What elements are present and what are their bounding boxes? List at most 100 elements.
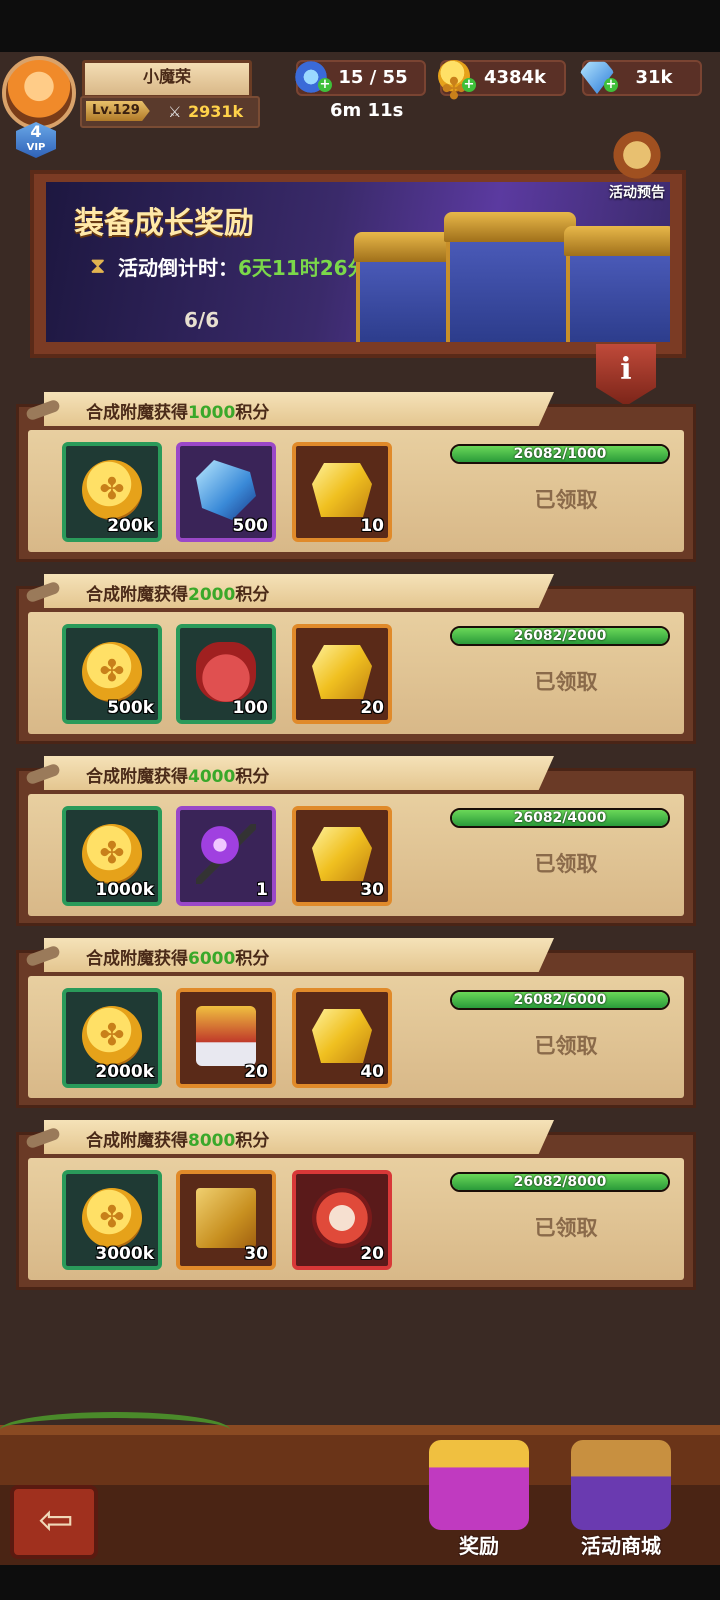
gold-ore-icon [312,463,372,517]
reward-item[interactable]: 1000k [62,806,162,906]
event-preview-icon [609,128,665,182]
reward-points: 1000 [188,403,236,423]
event-progress: 6/6 [184,308,220,332]
reward-row: 合成附魔获得8000积分 3000k 30 20 26082/8000 已领取 [16,1120,696,1290]
vip-label: VIP [26,142,46,153]
gold-coin-icon [82,824,142,884]
player-profile[interactable]: 4 VIP 小魔荣 Lv.129 ⚔ 2931k [0,52,270,158]
event-preview-button[interactable]: 活动预告 [592,128,682,208]
rose-scroll-icon [196,1006,256,1066]
event-shop-tab[interactable]: 活动商城 [556,1440,686,1570]
reward-progress-bar: 26082/4000 [450,808,670,828]
progress-text: 26082/1000 [513,446,607,462]
reward-item[interactable]: 500 [176,442,276,542]
item-quantity: 10 [360,516,384,536]
reward-item[interactable]: 200k [62,442,162,542]
reward-points: 2000 [188,585,236,605]
reward-item[interactable]: 30 [176,1170,276,1270]
item-quantity: 100 [232,698,269,718]
stamina-timer: 6m 11s [330,100,404,121]
reward-title-tab: 合成附魔获得2000积分 [44,574,554,608]
reward-item[interactable]: 40 [292,988,392,1088]
add-gold-icon[interactable]: + [462,78,476,92]
player-name: 小魔荣 [82,60,252,98]
reward-points: 8000 [188,1131,236,1151]
reward-row: 合成附魔获得6000积分 2000k 20 40 26082/6000 已领取 [16,938,696,1108]
treasure-chest-icon [564,226,670,342]
claimed-status: 已领取 [534,488,598,512]
reward-title-suffix: 积分 [235,949,270,969]
reward-item[interactable]: 2000k [62,988,162,1088]
item-quantity: 20 [360,1244,384,1264]
stamina-resource[interactable]: + 15 / 55 [294,60,426,96]
claimed-status: 已领取 [534,670,598,694]
magic-staff-icon [196,824,256,884]
reward-item[interactable]: 30 [292,806,392,906]
reward-item[interactable]: 1 [176,806,276,906]
gold-resource[interactable]: + 4384k [438,60,566,107]
progress-text: 26082/6000 [513,992,607,1008]
reward-row: 合成附魔获得1000积分 200k 500 10 26082/1000 已领取 [16,392,696,562]
reward-item[interactable]: 500k [62,624,162,724]
reward-item[interactable]: 10 [292,442,392,542]
add-stamina-icon[interactable]: + [318,78,332,92]
item-quantity: 20 [360,698,384,718]
reward-title: 合成附魔获得6000积分 [86,944,269,969]
item-quantity: 1 [256,880,268,900]
countdown-label: 活动倒计时： [118,256,238,280]
diamond-resource[interactable]: + 31k [580,60,702,96]
reward-row: 合成附魔获得2000积分 500k 100 20 26082/2000 已领取 [16,574,696,744]
item-quantity: 40 [360,1062,384,1082]
reward-title: 合成附魔获得4000积分 [86,762,269,787]
event-countdown: 活动倒计时：6天11时26分 [118,252,368,281]
avatar[interactable] [2,56,76,130]
reward-title-prefix: 合成附魔获得 [86,767,188,787]
item-quantity: 500 [232,516,269,536]
blue-crystal-icon [196,460,256,520]
status-bar [0,0,720,52]
event-banner: 装备成长奖励 ⧗ 活动倒计时：6天11时26分 6/6 [30,170,686,358]
reward-title-prefix: 合成附魔获得 [86,949,188,969]
system-nav-bar [0,1565,720,1600]
reward-item[interactable]: 20 [292,1170,392,1270]
item-quantity: 1000k [95,880,154,900]
item-quantity: 200k [107,516,154,536]
gold-coin-icon [82,460,142,520]
hourglass-icon: ⧗ [90,254,106,279]
crossed-swords-icon: ⚔ [168,103,182,121]
reward-progress-bar: 26082/1000 [450,444,670,464]
paw-medal-icon [312,1188,372,1248]
progress-text: 26082/2000 [513,628,607,644]
treasure-chest-icon [444,212,576,342]
reward-title-suffix: 积分 [235,585,270,605]
gold-ore-icon [312,645,372,699]
reward-title-tab: 合成附魔获得1000积分 [44,392,554,426]
reward-title-prefix: 合成附魔获得 [86,1131,188,1151]
claimed-status: 已领取 [534,1034,598,1058]
golden-book-icon [196,1188,256,1248]
gold-coin-icon [82,1006,142,1066]
reward-title-tab: 合成附魔获得6000积分 [44,938,554,972]
event-preview-label: 活动预告 [609,185,665,201]
reward-item[interactable]: 3000k [62,1170,162,1270]
reward-item[interactable]: 100 [176,624,276,724]
reward-item[interactable]: 20 [176,988,276,1088]
back-button[interactable]: ⇦ [10,1485,98,1559]
claimed-status: 已领取 [534,852,598,876]
reward-row: 合成附魔获得4000积分 1000k 1 30 26082/4000 已领取 [16,756,696,926]
reward-item[interactable]: 20 [292,624,392,724]
player-level: Lv.129 [86,101,150,121]
gold-coin-icon [82,1188,142,1248]
vine-decoration [0,1412,230,1448]
event-title: 装备成长奖励 [74,206,254,241]
reward-title-suffix: 积分 [235,403,270,423]
item-quantity: 2000k [95,1062,154,1082]
combat-power: 2931k [188,102,244,121]
rewards-tab[interactable]: 奖励 [414,1440,544,1570]
progress-text: 26082/4000 [513,810,607,826]
add-diamond-icon[interactable]: + [604,78,618,92]
treasure-chests-art [346,194,670,342]
reward-progress-bar: 26082/8000 [450,1172,670,1192]
gift-box-icon [429,1440,529,1530]
progress-text: 26082/8000 [513,1174,607,1190]
